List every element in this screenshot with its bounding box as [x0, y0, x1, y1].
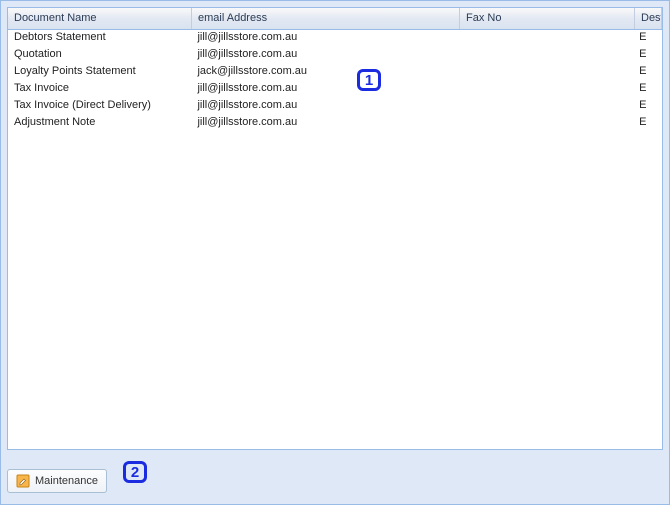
- cell-email: jack@jillsstore.com.au: [191, 64, 458, 81]
- cell-fax: [459, 47, 633, 64]
- cell-dest: E: [633, 64, 662, 81]
- cell-email: jill@jillsstore.com.au: [191, 47, 458, 64]
- cell-document-name: Adjustment Note: [8, 115, 191, 132]
- cell-dest: E: [633, 115, 662, 132]
- cell-email: jill@jillsstore.com.au: [191, 30, 458, 47]
- cell-email: jill@jillsstore.com.au: [191, 98, 458, 115]
- cell-document-name: Debtors Statement: [8, 30, 191, 47]
- cell-document-name: Quotation: [8, 47, 191, 64]
- cell-document-name: Tax Invoice: [8, 81, 191, 98]
- table-row[interactable]: Quotation jill@jillsstore.com.au E: [8, 47, 662, 64]
- panel: Document Name email Address Fax No Dest …: [0, 0, 670, 505]
- cell-fax: [459, 30, 633, 47]
- table-row[interactable]: Tax Invoice jill@jillsstore.com.au E: [8, 81, 662, 98]
- cell-fax: [459, 98, 633, 115]
- cell-document-name: Tax Invoice (Direct Delivery): [8, 98, 191, 115]
- maintenance-button[interactable]: Maintenance: [7, 469, 107, 493]
- table-row[interactable]: Debtors Statement jill@jillsstore.com.au…: [8, 30, 662, 47]
- cell-dest: E: [633, 30, 662, 47]
- callout-1: 1: [357, 69, 381, 91]
- table-row[interactable]: Adjustment Note jill@jillsstore.com.au E: [8, 115, 662, 132]
- cell-fax: [459, 115, 633, 132]
- cell-email: jill@jillsstore.com.au: [191, 115, 458, 132]
- grid-header: Document Name email Address Fax No Dest: [8, 8, 662, 30]
- column-header-email[interactable]: email Address: [192, 8, 460, 29]
- cell-fax: [459, 64, 633, 81]
- edit-icon: [16, 474, 30, 488]
- cell-document-name: Loyalty Points Statement: [8, 64, 191, 81]
- cell-fax: [459, 81, 633, 98]
- cell-email: jill@jillsstore.com.au: [191, 81, 458, 98]
- table-row[interactable]: Loyalty Points Statement jack@jillsstore…: [8, 64, 662, 81]
- cell-dest: E: [633, 47, 662, 64]
- column-header-fax[interactable]: Fax No: [460, 8, 635, 29]
- column-header-document-name[interactable]: Document Name: [8, 8, 192, 29]
- cell-dest: E: [633, 81, 662, 98]
- column-header-dest[interactable]: Dest: [635, 8, 662, 29]
- maintenance-button-label: Maintenance: [35, 475, 98, 487]
- toolbar: Maintenance: [7, 464, 663, 498]
- callout-2: 2: [123, 461, 147, 483]
- table-row[interactable]: Tax Invoice (Direct Delivery) jill@jills…: [8, 98, 662, 115]
- documents-grid: Document Name email Address Fax No Dest …: [7, 7, 663, 450]
- grid-body: Debtors Statement jill@jillsstore.com.au…: [8, 30, 662, 132]
- cell-dest: E: [633, 98, 662, 115]
